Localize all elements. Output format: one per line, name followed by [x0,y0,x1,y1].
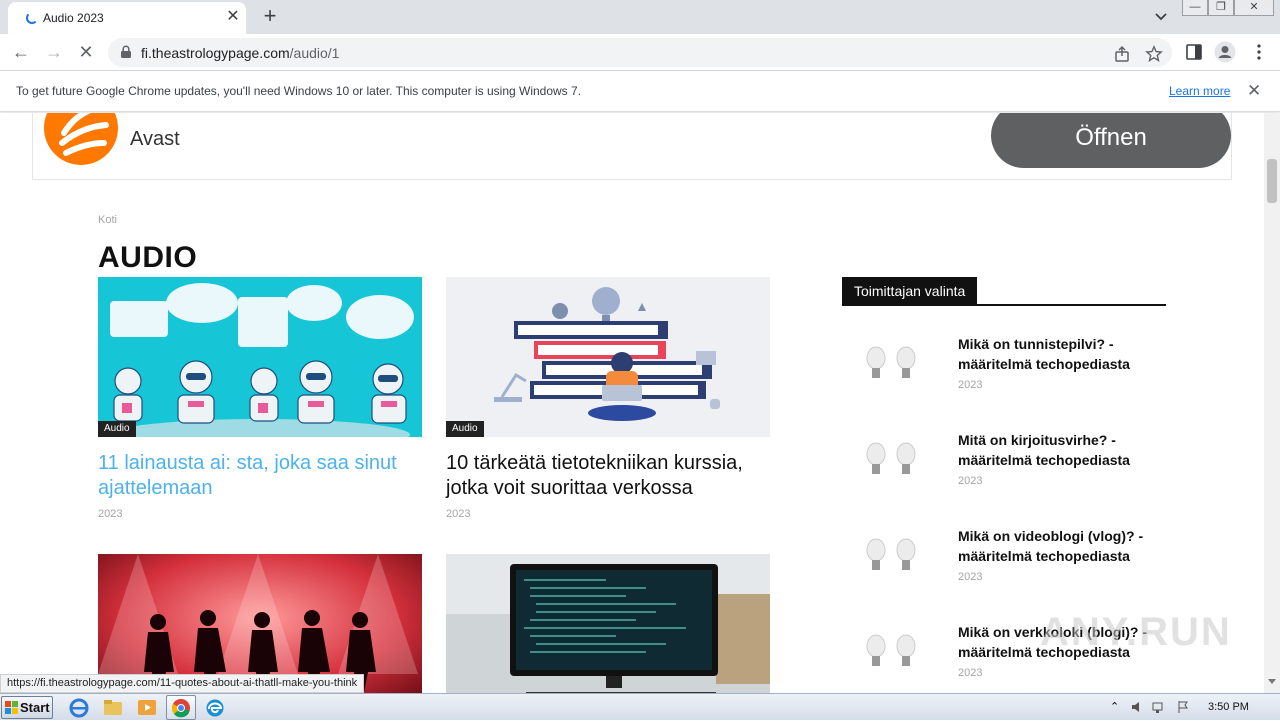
windows-logo-icon [5,701,18,714]
breadcrumb[interactable]: Koti [98,214,117,226]
page-title: AUDIO [98,241,198,274]
tab-title: Audio 2023 [43,11,104,25]
article-title[interactable]: 10 tärkeätä tietotekniikan kurssia, jotk… [446,451,770,501]
article-thumbnail[interactable] [98,277,422,437]
sidebar-divider [842,304,1166,306]
new-tab-button[interactable]: + [258,4,282,28]
edge-icon[interactable] [204,697,226,718]
sidebar-item[interactable]: Mikä on tunnistepilvi? - määritelmä tech… [842,334,1166,414]
file-explorer-icon[interactable] [102,697,124,718]
media-player-icon[interactable] [136,697,158,718]
books-study-illustration-image [446,277,770,437]
show-hidden-icons-icon[interactable]: ⌃ [1110,700,1124,714]
article-title[interactable]: 11 lainausta ai: sta, joka saa sinut aja… [98,451,422,501]
network-icon[interactable] [1152,700,1166,714]
article-date: 2023 [446,508,471,520]
article-card[interactable] [98,554,422,693]
restore-button[interactable]: ❐ [1208,0,1234,16]
sidebar-item-title[interactable]: Mikä on videoblogi (vlog)? - määritelmä … [958,526,1158,566]
address-bar[interactable]: fi.theastrologypage.com/audio/1 [108,38,1172,67]
computer-code-image [446,554,770,693]
article-thumbnail[interactable] [98,554,422,693]
status-bar-url: https://fi.theastrologypage.com/11-quote… [0,674,365,693]
light-bulbs-thumbnail-image [866,442,916,474]
light-bulbs-thumbnail-image [866,538,916,570]
avast-logo-icon [44,113,118,165]
sidebar-item-date: 2023 [958,571,983,583]
lock-icon[interactable] [120,45,132,59]
system-tray: ⌃ 3:50 PM [1100,694,1280,721]
article-thumbnail[interactable] [446,277,770,437]
windows-taskbar: Start ⌃ 3:50 PM [0,693,1280,720]
anyrun-watermark: ANY.RUN [1040,610,1232,654]
article-thumbnail[interactable] [446,554,770,693]
infobar-close-icon[interactable]: ✕ [1247,81,1261,101]
sidebar-item-date: 2023 [958,667,983,679]
category-badge[interactable]: Audio [98,421,136,437]
article-card[interactable]: Audio 11 lainausta ai: sta, joka saa sin… [98,277,422,527]
forward-icon[interactable]: → [41,39,67,65]
back-icon[interactable]: ← [8,39,34,65]
sidebar-item-date: 2023 [958,379,983,391]
minimize-button[interactable]: — [1182,0,1208,16]
star-icon[interactable] [1145,45,1163,63]
tab-search-chevron-icon[interactable] [1150,7,1172,27]
light-bulbs-thumbnail-image [866,346,916,378]
category-badge[interactable]: Audio [446,421,484,437]
chrome-icon [171,699,190,718]
action-center-flag-icon[interactable] [1176,700,1190,714]
share-icon[interactable] [1113,45,1131,63]
dancers-silhouette-image [98,554,422,693]
volume-icon[interactable] [1130,700,1144,714]
article-card[interactable]: Audio 10 tärkeätä tietotekniikan kurssia… [446,277,770,527]
ad-open-button[interactable]: Öffnen [991,113,1231,168]
url-path: /audio/1 [289,45,340,61]
update-infobar: To get future Google Chrome updates, you… [0,71,1280,112]
start-label: Start [20,700,50,715]
article-card[interactable] [446,554,770,693]
internet-explorer-icon[interactable] [68,697,90,718]
sidebar-item[interactable]: Mikä on videoblogi (vlog)? - määritelmä … [842,526,1166,606]
sidebar-item-title[interactable]: Mikä on tunnistepilvi? - määritelmä tech… [958,334,1158,374]
url-text[interactable]: fi.theastrologypage.com/audio/1 [141,45,339,61]
sidebar-heading: Toimittajan valinta [842,277,978,305]
menu-icon[interactable] [1250,43,1268,61]
chrome-taskbar-button[interactable] [166,695,196,720]
ad-brand-name: Avast [130,128,180,150]
infobar-message: To get future Google Chrome updates, you… [16,84,582,98]
light-bulbs-thumbnail-image [866,634,916,666]
scroll-down-arrow-icon[interactable] [1268,679,1276,684]
window-close-button[interactable]: ✕ [1234,0,1274,16]
browser-tab[interactable]: Audio 2023 ✕ [8,2,246,34]
scrollbar-thumb[interactable] [1267,159,1277,203]
url-host: fi.theastrologypage.com [141,45,290,61]
profile-icon[interactable] [1214,41,1236,63]
robots-illustration-image [98,277,422,437]
browser-toolbar: ← → ✕ fi.theastrologypage.com/audio/1 [0,34,1280,71]
sidebar-item-title[interactable]: Mitä on kirjoitusvirhe? - määritelmä tec… [958,430,1158,470]
taskbar-clock[interactable]: 3:50 PM [1208,701,1249,713]
web-page: Avast Öffnen Koti AUDIO Audio 11 lainaus… [0,113,1264,693]
page-scrollbar[interactable] [1264,113,1280,693]
sidebar-item[interactable]: Mitä on kirjoitusvirhe? - määritelmä tec… [842,430,1166,510]
tab-strip: Audio 2023 ✕ + — ❐ ✕ [0,0,1280,34]
ad-banner[interactable]: Avast Öffnen [32,113,1232,180]
start-button[interactable]: Start [1,696,53,719]
loading-spinner-icon [26,12,38,24]
side-panel-icon[interactable] [1185,43,1203,61]
tab-close-icon[interactable]: ✕ [224,8,242,26]
sidebar-item-date: 2023 [958,475,983,487]
learn-more-link[interactable]: Learn more [1169,84,1230,98]
stop-icon[interactable]: ✕ [73,39,99,65]
article-date: 2023 [98,508,123,520]
